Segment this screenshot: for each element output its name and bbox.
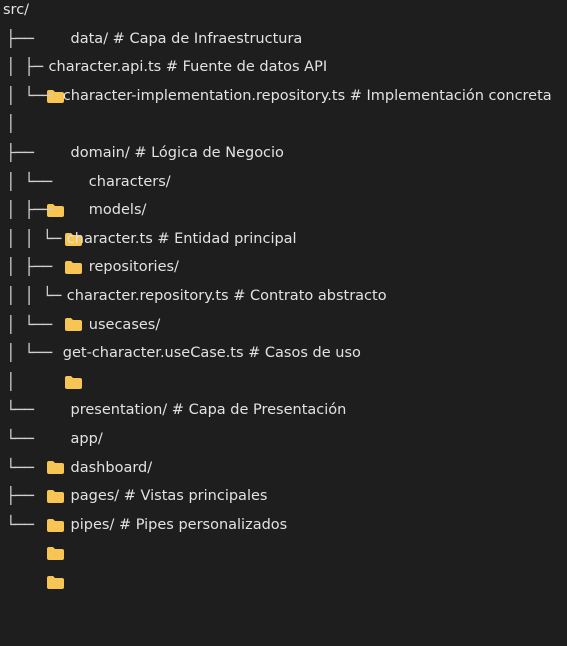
tree-label: domain/ # Lógica de Negocio — [70, 145, 284, 161]
folder-icon — [64, 318, 82, 389]
tree-line: │ └── character-implementation.repositor… — [0, 82, 552, 111]
tree-label: characters/ — [88, 173, 171, 190]
tree-label: presentation/ # Capa de Presentación — [70, 402, 347, 419]
tree-branch: │ — [6, 114, 16, 134]
folder-icon — [46, 433, 64, 503]
folder-icon — [46, 147, 64, 217]
folder-icon — [64, 204, 82, 275]
tree-label: pages/ # Vistas principales — [70, 488, 268, 505]
tree-line: └── presentation/ # Capa de Presentación — [0, 396, 347, 475]
tree-line: │ └── characters/ — [0, 168, 171, 246]
tree-branch: │ │ └─ — [6, 286, 61, 305]
folder-icon — [46, 490, 64, 561]
folder-icon — [46, 519, 64, 589]
tree-line: │ ├── repositories/ — [0, 253, 179, 332]
tree-label: pipes/ # Pipes personalizados — [70, 516, 288, 533]
tree-label: dashboard/ — [70, 459, 153, 476]
tree-branch: └── — [6, 400, 43, 420]
tree-branch: │ └── — [6, 314, 61, 334]
tree-label: app/ — [70, 431, 103, 447]
tree-branch: │ ├─ — [6, 57, 43, 77]
tree-line: │ — [0, 368, 16, 397]
tree-line: └── pipes/ # Pipes personalizados — [0, 511, 288, 589]
tree-line: │ │ └─ character.repository.ts # Contrat… — [0, 282, 387, 311]
folder-icon — [46, 404, 64, 475]
tree-line: │ └── get-character.useCase.ts # Casos d… — [0, 339, 361, 368]
tree-branch: └── — [6, 429, 43, 448]
tree-branch: ├── — [6, 143, 43, 162]
tree-line: ├── domain/ # Lógica de Negocio — [0, 139, 284, 217]
tree-line: ├── data/ # Capa de Infraestructura — [0, 25, 303, 103]
tree-label: character.api.ts # Fuente de datos API — [48, 59, 328, 76]
file-tree: src/ ├── data/ # Capa de Infraestructura… — [0, 0, 567, 589]
tree-line: │ ├── models/ — [0, 196, 147, 275]
tree-label: repositories/ — [88, 259, 179, 276]
folder-icon — [46, 32, 64, 103]
tree-branch: │ ├── — [6, 257, 61, 277]
tree-line: │ └── usecases/ — [0, 311, 161, 389]
tree-branch: │ └── — [6, 343, 61, 363]
tree-line: │ ├─ character.api.ts # Fuente de datos … — [0, 53, 327, 82]
tree-label: character.ts # Entidad principal — [66, 230, 297, 247]
tree-label: character-implementation.repository.ts #… — [62, 87, 552, 104]
folder-icon — [64, 175, 82, 246]
tree-branch: └── — [6, 457, 43, 477]
tree-branch: │ └── — [6, 85, 61, 105]
tree-line: │ — [0, 110, 16, 139]
folder-icon — [46, 461, 64, 532]
tree-line: └── app/ — [0, 425, 103, 503]
tree-branch: └── — [6, 514, 43, 534]
tree-branch: │ └── — [6, 171, 61, 191]
tree-label: src/ — [3, 2, 30, 18]
tree-label: usecases/ — [88, 316, 161, 333]
tree-line: src/ — [0, 0, 29, 25]
tree-label: character.repository.ts # Contrato abstr… — [66, 288, 387, 304]
folder-icon — [64, 261, 82, 332]
tree-line: ├── pages/ # Vistas principales — [0, 482, 268, 561]
tree-line: └── dashboard/ — [0, 454, 153, 532]
tree-branch: │ — [6, 371, 16, 391]
tree-label: models/ — [88, 202, 147, 219]
tree-branch: │ │ └─ — [6, 228, 61, 248]
tree-label: get-character.useCase.ts # Casos de uso — [62, 345, 361, 362]
tree-branch: │ ├── — [6, 200, 61, 220]
tree-branch: ├── — [6, 486, 43, 506]
tree-branch: ├── — [6, 28, 43, 48]
tree-label: data/ # Capa de Infraestructura — [70, 30, 303, 47]
tree-line: │ │ └─ character.ts # Entidad principal — [0, 225, 297, 254]
